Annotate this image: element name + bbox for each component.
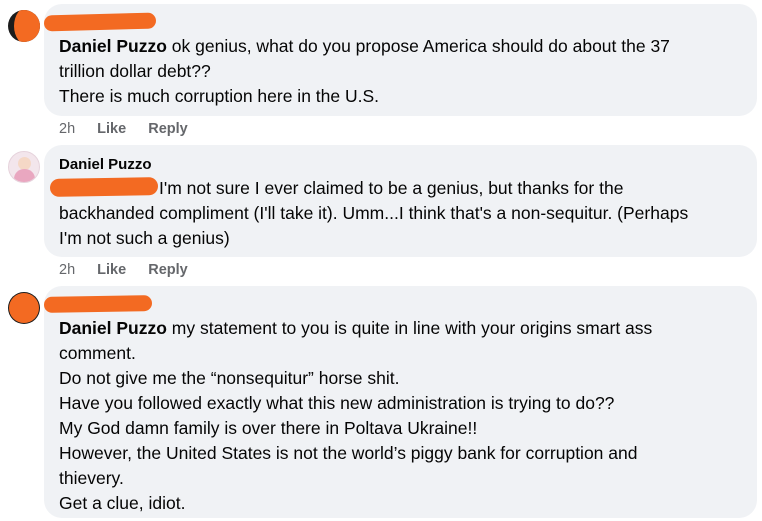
redacted-name <box>43 295 153 313</box>
comment-line: I'm not sure I ever claimed to be a geni… <box>159 178 624 198</box>
author-name[interactable]: Daniel Puzzo <box>59 156 152 173</box>
redacted-name <box>43 12 157 32</box>
comment-actions: 2h Like Reply <box>59 262 206 278</box>
comment-line: trillion dollar debt?? <box>59 61 211 81</box>
like-button[interactable]: Like <box>97 262 126 278</box>
comment-actions: 2h Like Reply <box>59 121 206 137</box>
comment-line: My God damn family is over there in Polt… <box>59 418 478 438</box>
reply-button[interactable]: Reply <box>148 121 188 137</box>
comment-line: backhanded compliment (I'll take it). Um… <box>59 203 689 223</box>
comment-line: thievery. <box>59 468 124 488</box>
commenter-avatar[interactable] <box>8 10 40 42</box>
comment-line: There is much corruption here in the U.S… <box>59 86 380 106</box>
commenter-avatar[interactable] <box>8 151 40 183</box>
comment-line: Get a clue, idiot. <box>59 493 186 513</box>
comment-text: I'm not sure I ever claimed to be a geni… <box>59 176 749 251</box>
comment-line: I'm not such a genius) <box>59 228 230 248</box>
mention-tag[interactable]: Daniel Puzzo <box>59 36 167 56</box>
comment-text: Daniel Puzzo my statement to you is quit… <box>59 316 749 516</box>
comment-line: Have you followed exactly what this new … <box>59 393 615 413</box>
reply-button[interactable]: Reply <box>148 262 188 278</box>
comment-line: Do not give me the “nonsequitur” horse s… <box>59 368 400 388</box>
comment-text: Daniel Puzzo ok genius, what do you prop… <box>59 34 749 109</box>
comment-line: comment. <box>59 343 136 363</box>
timestamp[interactable]: 2h <box>59 262 75 278</box>
like-button[interactable]: Like <box>97 121 126 137</box>
comment-line: However, the United States is not the wo… <box>59 443 638 463</box>
timestamp[interactable]: 2h <box>59 121 75 137</box>
mention-tag[interactable]: Daniel Puzzo <box>59 318 167 338</box>
commenter-avatar[interactable] <box>8 292 40 324</box>
